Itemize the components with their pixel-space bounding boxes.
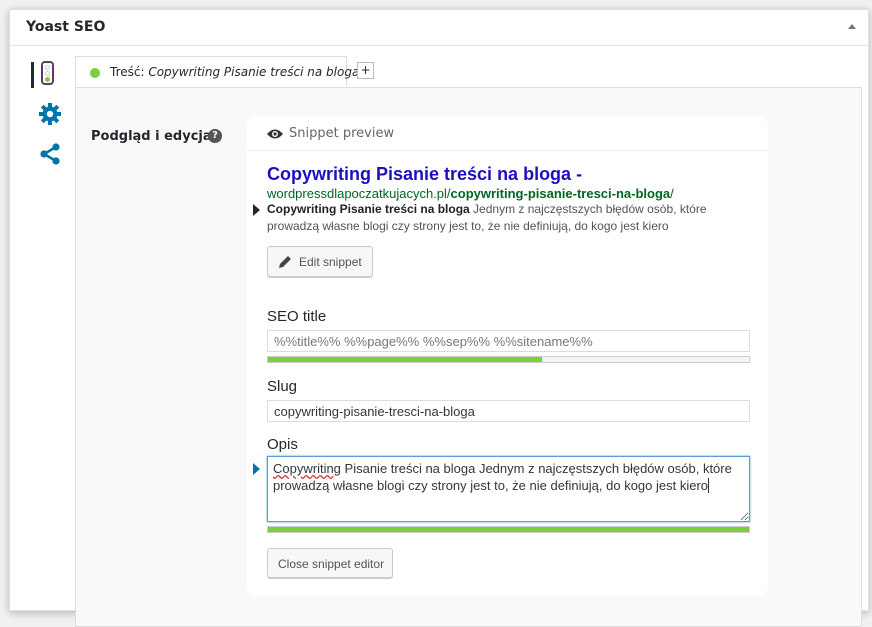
description-progress — [267, 526, 750, 533]
serp-description[interactable]: Copywriting Pisanie treści na bloga Jedn… — [267, 201, 737, 235]
meta-description-textarea[interactable]: Copywriting Pisanie treści na bloga Jedn… — [267, 456, 750, 522]
tab-keyword: Copywriting Pisanie treści na bloga — [148, 65, 360, 79]
opis-label: Opis — [267, 436, 298, 453]
pencil-icon — [279, 256, 291, 268]
edit-snippet-label: Edit snippet — [299, 255, 362, 269]
share-icon — [40, 143, 60, 165]
metabox-header[interactable]: Yoast SEO — [10, 10, 868, 46]
slug-label: Slug — [267, 378, 298, 395]
gear-icon — [39, 103, 61, 125]
yoast-seo-metabox: Yoast SEO Treść: Copywriting Pisanie tre… — [9, 9, 869, 627]
content-tabs: Treść: Copywriting Pisanie treści na blo… — [75, 56, 848, 88]
snippet-preview-label: Snippet preview — [289, 126, 395, 141]
content-panel: Podgląd i edycja ? Snippet preview Copyw… — [75, 87, 862, 627]
side-tab-settings[interactable] — [26, 102, 70, 136]
tab-label: Treść: Copywriting Pisanie treści na blo… — [110, 65, 360, 79]
active-tab-indicator — [31, 62, 34, 88]
status-good-icon — [90, 68, 100, 78]
slug-input[interactable] — [267, 400, 750, 422]
close-snippet-editor-button[interactable]: Close snippet editor — [267, 548, 393, 578]
divider — [247, 150, 768, 151]
metabox-title: Yoast SEO — [26, 19, 106, 35]
tab-content-keyword[interactable]: Treść: Copywriting Pisanie treści na blo… — [75, 56, 359, 87]
snippet-preview-card: Snippet preview Copywriting Pisanie treś… — [247, 116, 768, 596]
eye-icon — [267, 129, 283, 139]
preview-edit-label: Podgląd i edycja — [91, 129, 212, 144]
edit-snippet-button[interactable]: Edit snippet — [267, 246, 373, 277]
serp-title[interactable]: Copywriting Pisanie treści na bloga - — [267, 164, 582, 185]
serp-url[interactable]: wordpressdlapoczatkujacych.pl/copywritin… — [267, 186, 674, 201]
spellcheck-word: Copywriting — [273, 461, 341, 476]
seo-title-input[interactable] — [267, 330, 750, 352]
close-snippet-editor-label: Close snippet editor — [278, 557, 385, 571]
add-keyword-tab-button[interactable]: + — [357, 62, 374, 79]
seo-title-progress — [267, 356, 750, 363]
side-tab-social[interactable] — [26, 142, 70, 176]
description-focus-marker-icon — [253, 463, 260, 475]
serp-url-slug: copywriting-pisanie-tresci-na-bloga — [450, 186, 671, 201]
seo-title-progress-fill — [268, 357, 543, 362]
side-tab-readability[interactable] — [26, 58, 70, 92]
seo-title-label: SEO title — [267, 308, 327, 325]
description-marker-icon — [253, 204, 260, 216]
description-progress-fill — [268, 527, 749, 532]
traffic-light-icon — [41, 61, 54, 85]
collapse-toggle-icon[interactable] — [848, 24, 856, 29]
help-icon[interactable]: ? — [208, 129, 222, 143]
